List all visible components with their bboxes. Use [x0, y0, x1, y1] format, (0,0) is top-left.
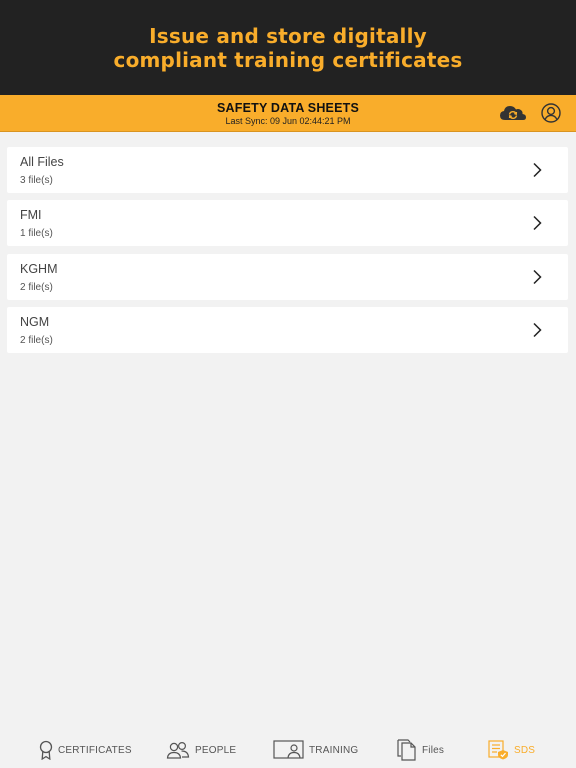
chevron-right-icon — [533, 162, 542, 178]
promo-line-1: Issue and store digitally — [149, 23, 427, 48]
bottom-tab-bar: CERTIFICATES PEOPLE TRAINING Files SDS — [0, 732, 576, 768]
tab-training[interactable]: TRAINING — [273, 738, 358, 762]
folder-name: FMI — [20, 208, 42, 223]
folder-row-fmi[interactable]: FMI 1 file(s) — [7, 200, 568, 247]
files-icon — [397, 739, 416, 761]
last-sync-label: Last Sync: 09 Jun 02:44:21 PM — [225, 116, 351, 126]
award-ribbon-icon — [39, 740, 53, 760]
people-icon — [166, 741, 190, 759]
tab-label: PEOPLE — [195, 744, 237, 756]
folder-name: All Files — [20, 155, 64, 169]
chevron-right-icon — [533, 322, 542, 337]
tab-label: CERTIFICATES — [58, 744, 132, 756]
folder-file-count: 2 file(s) — [20, 281, 53, 293]
sds-document-icon — [488, 740, 508, 760]
folder-row-all-files[interactable]: All Files 3 file(s) — [7, 147, 568, 193]
folder-list: All Files 3 file(s) FMI 1 file(s) KGHM 2… — [7, 147, 568, 360]
folder-row-ngm[interactable]: NGM 2 file(s) — [7, 306, 568, 353]
folder-file-count: 1 file(s) — [20, 228, 53, 240]
training-presentation-icon — [273, 740, 304, 759]
tab-sds[interactable]: SDS — [488, 738, 535, 762]
folder-row-kghm[interactable]: KGHM 2 file(s) — [7, 253, 568, 300]
tab-label: SDS — [514, 744, 536, 756]
promo-banner: Issue and store digitally compliant trai… — [0, 0, 576, 95]
folder-file-count: 3 file(s) — [20, 175, 53, 186]
tab-label: Files — [422, 744, 445, 756]
profile-button[interactable] — [540, 102, 562, 124]
app-header: SAFETY DATA SHEETS Last Sync: 09 Jun 02:… — [0, 95, 576, 132]
page-title: SAFETY DATA SHEETS — [216, 101, 360, 115]
tab-files[interactable]: Files — [397, 738, 444, 762]
promo-line-2: compliant training certificates — [113, 47, 463, 72]
cloud-sync-button[interactable] — [498, 103, 528, 123]
chevron-right-icon — [533, 269, 542, 284]
folder-name: NGM — [20, 314, 50, 329]
tab-certificates[interactable]: CERTIFICATES — [39, 738, 132, 762]
tab-label: TRAINING — [309, 744, 359, 756]
user-profile-icon — [541, 103, 561, 123]
header-titles: SAFETY DATA SHEETS Last Sync: 09 Jun 02:… — [0, 101, 576, 126]
folder-name: KGHM — [20, 261, 58, 276]
folder-file-count: 2 file(s) — [20, 334, 53, 346]
chevron-right-icon — [533, 216, 542, 231]
cloud-sync-icon — [500, 106, 526, 120]
tab-people[interactable]: PEOPLE — [166, 738, 236, 762]
